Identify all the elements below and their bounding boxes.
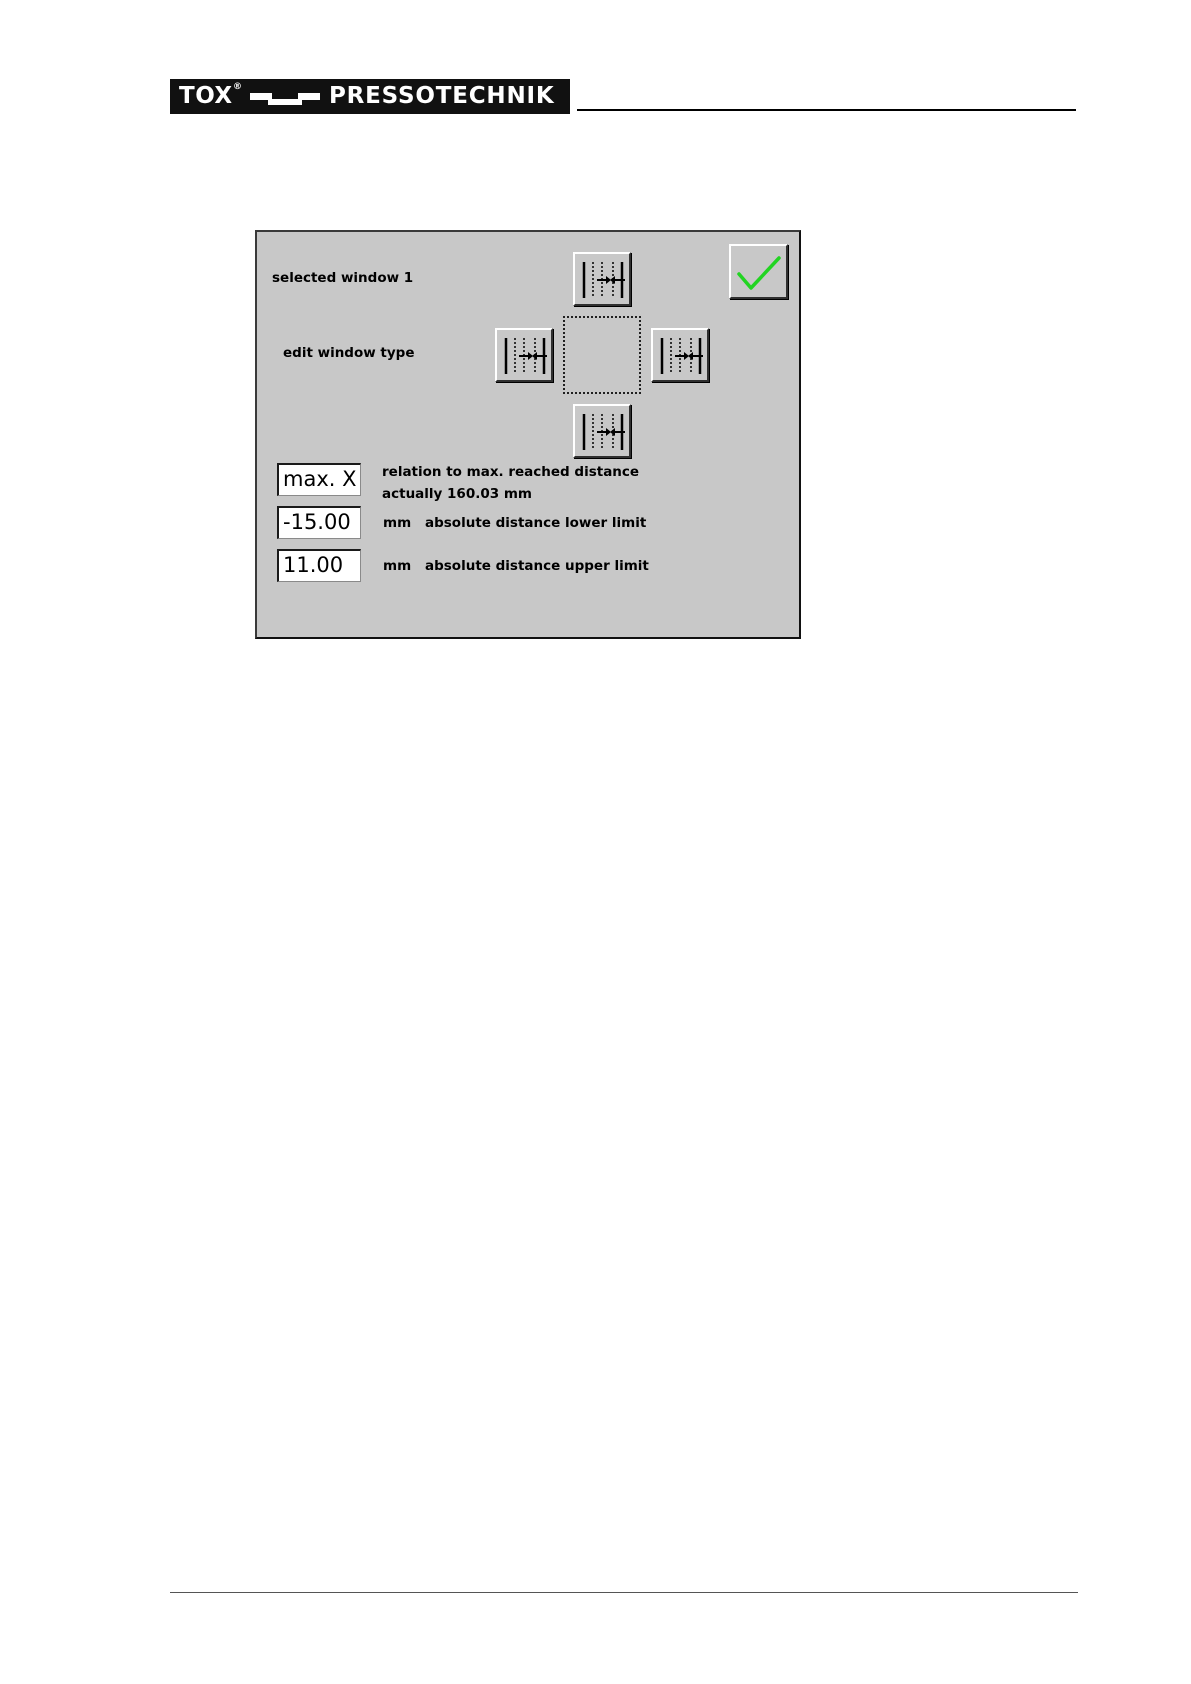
upper-limit-label: absolute distance upper limit <box>425 558 649 574</box>
logo-brand-right: PRESSOTECHNIK <box>329 83 555 109</box>
selected-window-label: selected window 1 <box>272 270 414 286</box>
reference-description-line2: actually 160.03 mm <box>382 486 532 502</box>
window-settings-dialog: selected window 1 edit window type max. … <box>255 230 801 639</box>
upper-limit-unit: mm <box>383 558 412 574</box>
window-preview-box <box>563 316 641 394</box>
limit-lines-arrows-icon <box>660 338 703 374</box>
limit-lines-arrows-icon <box>582 262 625 298</box>
upper-limit-field[interactable]: 11.00 <box>277 549 361 582</box>
lower-limit-label: absolute distance lower limit <box>425 515 647 531</box>
logo-brand-left: TOX <box>179 83 233 109</box>
limit-lines-arrows-icon <box>582 414 625 450</box>
header-rule <box>577 109 1076 111</box>
lower-limit-field[interactable]: -15.00 <box>277 506 361 539</box>
confirm-button[interactable] <box>729 244 788 299</box>
reference-value-field[interactable]: max. X <box>277 463 361 496</box>
window-type-bottom-button[interactable] <box>573 404 631 458</box>
logo-press-icon <box>250 93 320 105</box>
green-checkmark-icon <box>737 256 781 290</box>
lower-limit-unit: mm <box>383 515 412 531</box>
footer-rule <box>170 1592 1078 1593</box>
window-type-right-button[interactable] <box>651 328 709 382</box>
company-logo: TOX ® PRESSOTECHNIK <box>170 79 570 114</box>
window-type-top-button[interactable] <box>573 252 631 306</box>
logo-registered-mark: ® <box>233 82 242 92</box>
window-type-left-button[interactable] <box>495 328 553 382</box>
limit-lines-arrows-icon <box>504 338 547 374</box>
edit-window-type-label: edit window type <box>283 345 415 361</box>
reference-description-line1: relation to max. reached distance <box>382 464 640 480</box>
